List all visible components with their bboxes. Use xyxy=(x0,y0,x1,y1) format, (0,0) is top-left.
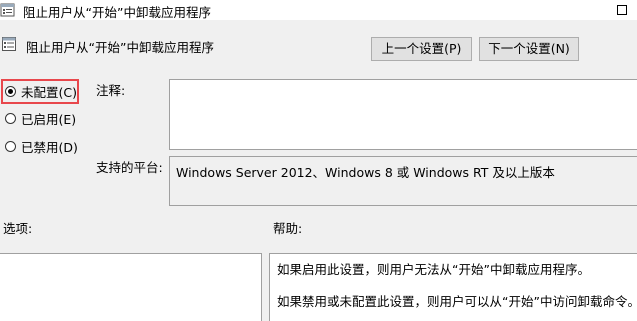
comment-textarea[interactable] xyxy=(169,79,637,150)
maximize-icon xyxy=(617,5,627,15)
comment-label: 注释: xyxy=(96,83,126,98)
platform-label: 支持的平台: xyxy=(96,160,163,175)
help-text-line: 如果禁用或未配置此设置，则用户可以从“开始”中访问卸载命令。 xyxy=(277,294,637,309)
next-setting-button[interactable]: 下一个设置(N) xyxy=(479,37,579,61)
radio-label: 已禁用(D) xyxy=(21,139,78,155)
options-label: 选项: xyxy=(3,221,33,236)
previous-setting-button[interactable]: 上一个设置(P) xyxy=(371,37,472,61)
radio-indicator[interactable] xyxy=(5,85,16,97)
radio-disabled[interactable]: 已禁用(D) xyxy=(5,137,78,155)
options-panel xyxy=(0,253,262,321)
help-text-line: 如果启用此设置，则用户无法从“开始”中卸载应用程序。 xyxy=(277,262,590,277)
radio-label: 未配置(C) xyxy=(21,84,77,100)
policy-setting-window: 阻止用户从“开始”中卸载应用程序 阻止用户从“开始”中卸载应用程序 上一个设置(… xyxy=(0,0,637,321)
help-label: 帮助: xyxy=(273,221,303,236)
platform-value: Windows Server 2012、Windows 8 或 Windows … xyxy=(176,165,555,180)
window-title: 阻止用户从“开始”中卸载应用程序 xyxy=(23,5,211,20)
radio-label: 已启用(E) xyxy=(21,111,77,127)
policy-setting-icon xyxy=(0,3,16,17)
radio-indicator[interactable] xyxy=(5,140,16,152)
title-bar: 阻止用户从“开始”中卸载应用程序 xyxy=(0,0,637,20)
radio-indicator[interactable] xyxy=(5,112,16,124)
radio-not-configured[interactable]: 未配置(C) xyxy=(5,82,77,100)
setting-title: 阻止用户从“开始”中卸载应用程序 xyxy=(26,40,214,55)
radio-enabled[interactable]: 已启用(E) xyxy=(5,109,76,127)
help-panel[interactable]: 如果启用此设置，则用户无法从“开始”中卸载应用程序。 如果禁用或未配置此设置，则… xyxy=(269,253,637,321)
maximize-button[interactable] xyxy=(608,0,636,20)
policy-setting-icon xyxy=(2,37,16,51)
platform-field: Windows Server 2012、Windows 8 或 Windows … xyxy=(169,156,637,206)
